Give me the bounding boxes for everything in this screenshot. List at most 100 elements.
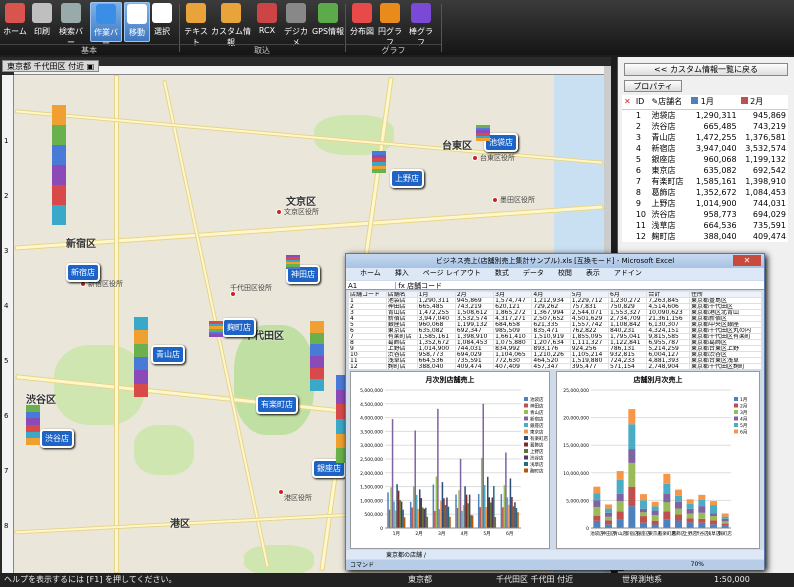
column-header[interactable]: 2月	[738, 95, 788, 110]
chart-store-sales[interactable]: 店舗別月次売上 0 5,000,000 10,000,000 15,000,000 20…	[556, 371, 760, 549]
store-stacked-bar[interactable]	[286, 255, 300, 269]
ribbon-button-work-bar[interactable]: 作業バー	[90, 2, 122, 48]
sheet-cell[interactable]: 457,347	[531, 363, 571, 369]
excel-tab[interactable]: アドイン	[614, 268, 642, 278]
store-stacked-bar[interactable]	[26, 405, 40, 445]
excel-tab[interactable]: ホーム	[360, 268, 381, 278]
ribbon-button-csv-custom[interactable]: カスタム情報	[210, 2, 252, 47]
table-cell: 409,474	[752, 231, 786, 241]
table-cell: 960,068	[703, 154, 737, 164]
excel-tab[interactable]: 数式	[495, 268, 509, 278]
table-row[interactable]: 8 葛飾店 1,352,672 1,084,453	[622, 187, 788, 198]
table-cell: 665,485	[703, 121, 737, 131]
back-to-list-button[interactable]: << カスタム情報一覧に戻る	[624, 63, 788, 76]
ribbon-button-gps[interactable]: GPS情報	[309, 2, 347, 42]
store-stacked-bar[interactable]	[52, 105, 66, 225]
zoom-level[interactable]: 70%	[691, 561, 704, 568]
close-icon[interactable]: ✕	[733, 255, 761, 266]
sheet-cell[interactable]: 東京都千代田区丸の内	[688, 327, 762, 334]
sheet-tab[interactable]: 東京都の店舗 /	[346, 552, 426, 559]
ribbon-button-camera[interactable]: デジカメ	[284, 2, 308, 47]
ribbon-button-hand[interactable]: 移動	[124, 2, 150, 42]
table-row[interactable]: 12 麹町店 388,040 409,474	[622, 231, 788, 242]
store-pin[interactable]: 新宿店	[66, 263, 100, 282]
column-header[interactable]: ✎店舗名	[649, 95, 690, 110]
sheet-cell[interactable]: 571,154	[608, 363, 648, 369]
formula-bar[interactable]: A1 fx 店舗コード	[346, 281, 764, 290]
pie-chart-icon	[380, 3, 400, 23]
table-cell: 6	[635, 165, 641, 175]
sheet-tabs[interactable]: 東京都の店舗 /	[346, 550, 764, 559]
store-pin[interactable]: 麹町店	[222, 318, 256, 337]
bar-segment	[52, 145, 66, 165]
column-header[interactable]: 1月	[689, 95, 739, 110]
store-pin[interactable]: 有楽町店	[256, 395, 298, 414]
store-stacked-bar[interactable]	[209, 321, 223, 337]
ribbon-button-pie-chart[interactable]: 円グラフ	[376, 2, 404, 47]
road	[114, 75, 119, 573]
map-tab[interactable]: 東京都 千代田区 付近 ▣	[2, 60, 100, 72]
sheet-cell[interactable]: 12	[348, 363, 387, 369]
properties-button[interactable]: プロパティ	[624, 80, 682, 92]
excel-tab[interactable]: 表示	[586, 268, 600, 278]
excel-title-bar[interactable]: ビジネス売上(店舗別売上集計サンプル).xls [互換モード] - Micros…	[346, 254, 764, 268]
ribbon-button-rcx[interactable]: RCX	[254, 2, 280, 42]
spreadsheet-grid[interactable]: 店舗コード 店舗名 1月 2月 3月 4月 5月 6月 合計 住所 1 池袋店 1,290,311 945…	[348, 291, 762, 369]
ribbon-button-bar-chart[interactable]: 棒グラフ	[406, 2, 436, 47]
chart-bar	[402, 509, 404, 528]
excel-window[interactable]: ビジネス売上(店舗別売上集計サンプル).xls [互換モード] - Micros…	[345, 253, 765, 570]
ribbon-button-arrow[interactable]: 選択	[151, 2, 173, 42]
store-pin[interactable]: 渋谷店	[40, 429, 74, 448]
ribbon-button-search-bar[interactable]: 検索バー	[56, 2, 86, 47]
excel-ribbon-tabs: ホーム 挿入 ページ レイアウト 数式 データ 校閲 表示 アドイン	[346, 268, 764, 280]
delete-icon[interactable]: ✕	[622, 95, 634, 110]
sheet-cell[interactable]: 麹町店	[385, 363, 418, 369]
table-row[interactable]: 7 有楽町店 1,585,161 1,398,910	[622, 176, 788, 187]
chart-bar	[651, 515, 659, 521]
ribbon-button-printer[interactable]: 印刷	[30, 2, 54, 42]
table-row[interactable]: 11 浅草店 664,536 735,591	[622, 220, 788, 231]
office-marker[interactable]	[492, 197, 498, 203]
excel-tab[interactable]: ページ レイアウト	[423, 268, 481, 278]
chart-bar	[422, 507, 424, 528]
x-tick-label: 2月	[415, 531, 422, 537]
chart-bar	[465, 494, 468, 528]
sheet-cell[interactable]: 409,474	[454, 363, 495, 369]
table-row[interactable]: 6 東京店 635,082 692,542	[622, 165, 788, 176]
store-table: ✕ ID ✎店舗名 1月 2月 1 池袋店 1,290,311 945,869 2 渋谷店…	[622, 95, 788, 242]
chart-bar	[686, 508, 694, 514]
sheet-cell[interactable]: 395,477	[569, 363, 610, 369]
ribbon-button-csv[interactable]: テキスト	[184, 2, 208, 47]
store-stacked-bar[interactable]	[134, 317, 148, 397]
table-row[interactable]: 5 銀座店 960,068 1,199,132	[622, 154, 788, 165]
sheet-cell[interactable]: 407,409	[493, 363, 533, 369]
status-text: コマンド	[350, 562, 375, 569]
store-stacked-bar[interactable]	[476, 125, 490, 141]
store-pin[interactable]: 上野店	[390, 169, 424, 188]
office-marker[interactable]	[276, 209, 282, 215]
chart-monthly-sales[interactable]: 月次別店舗売上 0 500,000 1,000,000 1,500,000 2,000,…	[350, 371, 550, 549]
store-pin[interactable]: 青山店	[151, 345, 185, 364]
search-bar-icon	[61, 3, 81, 23]
excel-tab[interactable]: データ	[523, 268, 544, 278]
office-marker[interactable]	[472, 155, 478, 161]
excel-tab[interactable]: 挿入	[395, 268, 409, 278]
table-row[interactable]: 2 渋谷店 665,485 743,219	[622, 121, 788, 132]
ribbon-button-distribution[interactable]: 分布図	[350, 2, 374, 42]
sheet-cell[interactable]: 東京都千代田区麹町	[688, 363, 762, 369]
table-row[interactable]: 10 渋谷店 958,773 694,029	[622, 209, 788, 220]
ribbon-button-home[interactable]: ホーム	[2, 2, 28, 42]
excel-tab[interactable]: 校閲	[558, 268, 572, 278]
chart-bar	[434, 510, 436, 528]
store-stacked-bar[interactable]	[310, 321, 324, 391]
table-row[interactable]: 9 上野店 1,014,900 744,031	[622, 198, 788, 209]
column-header[interactable]: ID	[633, 95, 650, 110]
table-row[interactable]: 4 新宿店 3,947,040 3,532,574	[622, 143, 788, 154]
table-row[interactable]: 3 青山店 1,472,255 1,376,581	[622, 132, 788, 143]
name-box[interactable]: A1	[346, 282, 396, 290]
sheet-cell[interactable]: 東京都千代田区有楽町	[688, 333, 762, 340]
sheet-cell[interactable]: 388,040	[416, 363, 456, 369]
table-row[interactable]: 1 池袋店 1,290,311 945,869	[622, 109, 788, 121]
sheet-cell[interactable]: 2,748,904	[646, 363, 690, 369]
store-stacked-bar[interactable]	[372, 151, 386, 173]
